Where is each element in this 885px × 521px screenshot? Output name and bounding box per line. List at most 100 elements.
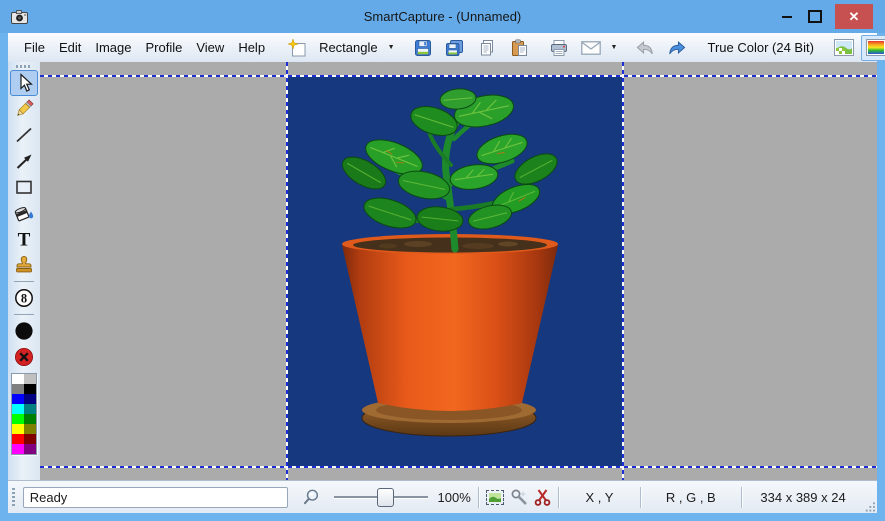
palette-color-5[interactable] xyxy=(24,394,36,404)
color-well-icon xyxy=(15,322,33,340)
new-capture-icon xyxy=(288,38,306,56)
transparent-color-button[interactable] xyxy=(10,344,38,370)
select-tool[interactable] xyxy=(10,70,38,96)
status-text: Ready xyxy=(29,489,68,505)
counter-icon: 8 xyxy=(15,289,33,307)
arrow-tool[interactable] xyxy=(10,148,38,174)
no-color-icon xyxy=(14,347,34,367)
color-palette-button[interactable] xyxy=(860,34,885,61)
cursor-coordinates: X , Y xyxy=(585,489,614,505)
print-icon xyxy=(550,39,567,56)
stamp-tool[interactable] xyxy=(10,252,38,278)
maximize-button[interactable] xyxy=(801,5,829,29)
palette-color-3[interactable] xyxy=(24,384,36,394)
minimize-button[interactable] xyxy=(773,5,801,29)
status-message: Ready xyxy=(22,486,289,508)
paste-icon xyxy=(511,39,527,56)
line-icon xyxy=(16,127,32,143)
redo-button[interactable] xyxy=(662,35,692,61)
palette-color-14[interactable] xyxy=(12,444,24,454)
rectangle-tool[interactable] xyxy=(10,174,38,200)
palette-color-1[interactable] xyxy=(24,374,36,384)
menu-help[interactable]: Help xyxy=(231,37,272,58)
foreground-color-well[interactable] xyxy=(10,318,38,344)
selection-dash-right xyxy=(622,62,624,481)
tool-palette: T 8 xyxy=(8,62,40,481)
tool-palette-grip[interactable] xyxy=(16,65,32,68)
crop-selection-button[interactable] xyxy=(484,486,506,508)
window-title: SmartCapture - (Unnamed) xyxy=(363,9,522,24)
save-icon xyxy=(414,39,431,56)
resample-icon xyxy=(833,39,854,56)
palette-color-2[interactable] xyxy=(12,384,24,394)
palette-color-10[interactable] xyxy=(12,424,24,434)
palette-color-11[interactable] xyxy=(24,424,36,434)
palette-color-15[interactable] xyxy=(24,444,36,454)
save-all-button[interactable] xyxy=(440,35,470,61)
statusbar-separator xyxy=(558,486,560,508)
statusbar-grip[interactable] xyxy=(12,488,15,506)
zoom-percent: 100% xyxy=(437,489,471,505)
paste-button[interactable] xyxy=(504,35,534,61)
plant-pot xyxy=(342,234,558,411)
email-icon xyxy=(580,40,601,55)
arrow-icon xyxy=(16,154,32,169)
menu-edit[interactable]: Edit xyxy=(52,37,88,58)
workspace[interactable] xyxy=(40,62,877,481)
canvas-image[interactable] xyxy=(288,77,622,466)
main-area: T 8 xyxy=(8,62,877,481)
pencil-icon xyxy=(17,99,34,116)
palette-color-13[interactable] xyxy=(24,434,36,444)
line-tool[interactable] xyxy=(10,122,38,148)
stamp-icon xyxy=(16,256,32,273)
capture-mode-label[interactable]: Rectangle xyxy=(313,40,384,55)
palette-color-7[interactable] xyxy=(24,404,36,414)
fill-tool[interactable] xyxy=(10,200,38,226)
palette-color-9[interactable] xyxy=(24,414,36,424)
email-dropdown-icon[interactable]: ▼ xyxy=(611,44,618,51)
palette-color-4[interactable] xyxy=(12,394,24,404)
undo-icon xyxy=(637,40,654,54)
text-tool[interactable]: T xyxy=(10,226,38,252)
cut-button[interactable] xyxy=(532,486,554,508)
pencil-tool[interactable] xyxy=(10,96,38,122)
titlebar[interactable]: SmartCapture - (Unnamed) ✕ xyxy=(0,0,885,33)
palette-color-6[interactable] xyxy=(12,404,24,414)
palette-color-12[interactable] xyxy=(12,434,24,444)
magnifier-icon xyxy=(304,489,319,505)
tool-separator xyxy=(14,314,34,315)
color-depth-label[interactable]: True Color (24 Bit) xyxy=(701,40,819,55)
capture-mode-dropdown-icon[interactable]: ▼ xyxy=(388,44,395,51)
svg-text:T: T xyxy=(18,230,31,250)
window-controls: ✕ xyxy=(773,0,873,33)
save-all-icon xyxy=(446,39,464,56)
save-button[interactable] xyxy=(408,35,438,61)
new-capture-button[interactable] xyxy=(282,35,312,61)
palette-color-0[interactable] xyxy=(12,374,24,384)
undo-button[interactable] xyxy=(630,35,660,61)
palette-color-8[interactable] xyxy=(12,414,24,424)
tool-separator xyxy=(14,281,34,282)
wand-tool-button[interactable] xyxy=(508,486,530,508)
zoom-slider[interactable] xyxy=(332,486,430,508)
color-palette xyxy=(11,373,37,455)
resize-grip[interactable] xyxy=(864,500,876,513)
menu-view[interactable]: View xyxy=(189,37,231,58)
email-button[interactable] xyxy=(576,35,606,61)
copy-button[interactable] xyxy=(472,35,502,61)
print-button[interactable] xyxy=(544,35,574,61)
selection-marquee-icon xyxy=(485,489,504,505)
menu-profile[interactable]: Profile xyxy=(139,37,190,58)
wand-icon xyxy=(511,489,527,505)
menu-image[interactable]: Image xyxy=(88,37,138,58)
statusbar-separator xyxy=(639,486,641,508)
resample-button[interactable] xyxy=(829,35,859,61)
toolbar: File Edit Image Profile View Help Rectan… xyxy=(8,33,885,63)
text-tool-icon: T xyxy=(18,230,31,250)
app-camera-icon xyxy=(11,9,28,24)
color-palette-icon xyxy=(865,39,885,56)
close-button[interactable]: ✕ xyxy=(835,4,873,29)
counter-tool[interactable]: 8 xyxy=(10,285,38,311)
menu-file[interactable]: File xyxy=(17,37,52,58)
zoom-slider-thumb[interactable] xyxy=(377,488,395,507)
